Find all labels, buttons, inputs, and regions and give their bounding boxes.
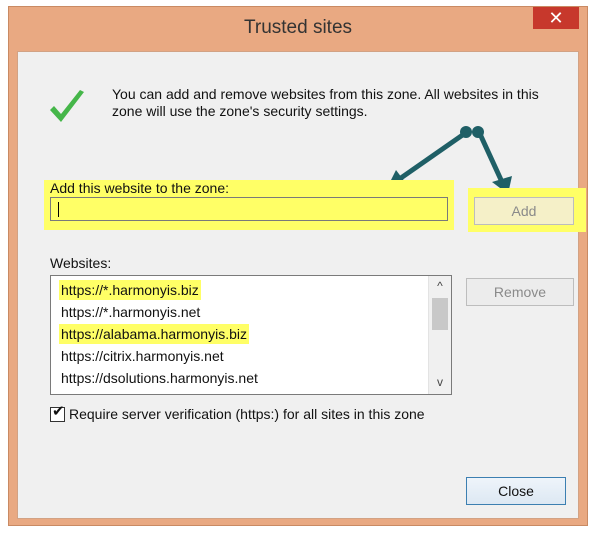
checkmark-icon <box>50 90 84 122</box>
zone-info-text: You can add and remove websites from thi… <box>112 86 539 119</box>
checkbox-tick-icon: ✔ <box>52 402 65 420</box>
websites-label: Websites: <box>50 255 112 271</box>
scroll-up-icon[interactable]: ^ <box>429 276 451 296</box>
title-bar[interactable]: Trusted sites ✕ <box>9 7 587 51</box>
window-close-button[interactable]: ✕ <box>533 7 579 29</box>
list-item[interactable]: https://*.harmonyis.net <box>59 302 202 322</box>
add-button[interactable]: Add <box>474 197 574 225</box>
list-item[interactable]: https://dsolutions.harmonyis.net <box>59 368 260 388</box>
list-item[interactable]: https://alabama.harmonyis.biz <box>59 324 249 344</box>
scroll-thumb[interactable] <box>432 298 448 330</box>
websites-scrollbar[interactable]: ^ v <box>428 276 451 394</box>
websites-list[interactable]: https://*.harmonyis.biz https://*.harmon… <box>50 275 452 395</box>
list-item[interactable]: https://*.harmonyis.biz <box>59 280 201 300</box>
server-verification-row: ✔ Require server verification (https:) f… <box>50 402 425 422</box>
server-verification-label: Require server verification (https:) for… <box>69 406 425 422</box>
add-website-label: Add this website to the zone: <box>50 180 229 196</box>
trusted-sites-dialog: Trusted sites ✕ You can add and remove w… <box>8 6 588 526</box>
window-title: Trusted sites <box>243 17 353 38</box>
website-url-input[interactable] <box>50 197 448 221</box>
close-button[interactable]: Close <box>466 477 566 505</box>
scroll-down-icon[interactable]: v <box>429 372 451 392</box>
dialog-body: You can add and remove websites from thi… <box>17 51 586 519</box>
server-verification-checkbox[interactable]: ✔ <box>50 402 65 422</box>
remove-button[interactable]: Remove <box>466 278 574 306</box>
list-item[interactable]: https://citrix.harmonyis.net <box>59 346 226 366</box>
text-caret <box>58 202 59 217</box>
